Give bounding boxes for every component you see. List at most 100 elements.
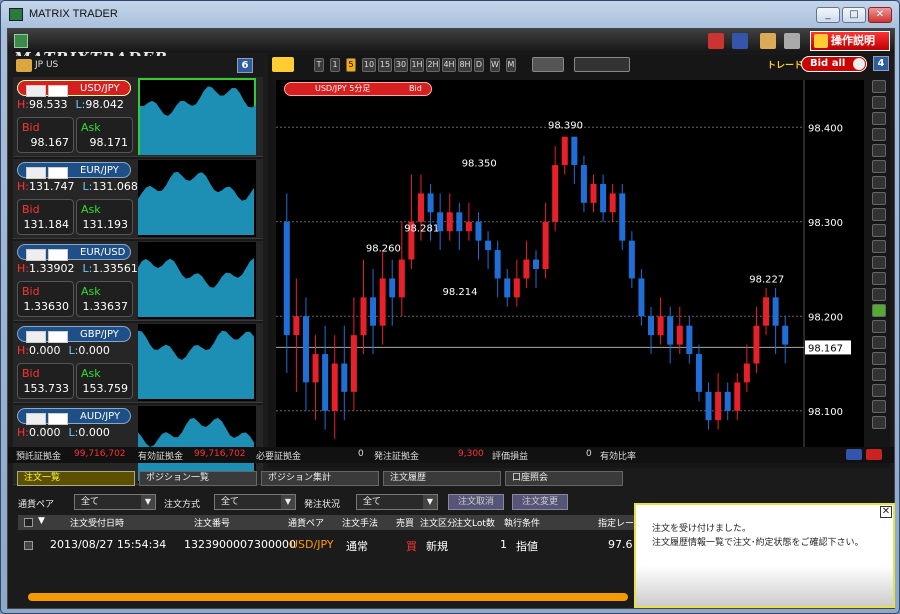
sparkline-chart[interactable] xyxy=(138,78,256,155)
drawing-tool-button[interactable] xyxy=(872,80,886,93)
bid-quote[interactable]: Bid 131.184 xyxy=(17,199,74,235)
status-filter-select[interactable]: 全て ▼ xyxy=(356,494,438,510)
table-row[interactable]: 2013/08/27 15:54:34 1323900007300000 USD/J… xyxy=(18,537,658,553)
pair-pill[interactable]: GBP/JPY xyxy=(17,326,131,343)
tool-icon[interactable] xyxy=(708,33,724,49)
column-header[interactable]: 執行条件 xyxy=(504,516,540,529)
rate-card[interactable]: EUR/USD H:1.33902 L:1.33561 Bid 1.33630 Ask 1.… xyxy=(13,241,263,321)
expand-icon[interactable] xyxy=(866,449,882,460)
tab-0[interactable]: 注文一覧 xyxy=(17,471,135,486)
column-header[interactable]: 注文区分 xyxy=(420,516,456,529)
candle-body xyxy=(772,297,779,326)
drawing-tool-button[interactable] xyxy=(872,320,886,333)
drawing-tool-button[interactable] xyxy=(872,96,886,109)
timeframe-button[interactable]: 8H xyxy=(458,58,472,72)
palette-icon[interactable] xyxy=(760,33,776,49)
pair-pill[interactable]: EUR/JPY xyxy=(17,162,131,179)
column-header[interactable]: 売買 xyxy=(396,516,414,529)
collapse-icon[interactable] xyxy=(846,449,862,460)
bid-all-toggle[interactable]: Bid all xyxy=(801,56,867,72)
timeframe-button[interactable]: 1 xyxy=(330,58,340,72)
drawing-tool-button[interactable] xyxy=(872,112,886,125)
timeframe-button[interactable]: 5 xyxy=(346,58,356,72)
timeframe-button[interactable]: D xyxy=(474,58,484,72)
candle-type-select[interactable] xyxy=(574,57,630,72)
candlestick-chart[interactable]: USD/JPY 5分足 Bid 98.400 98.300 98.200 98.100 9… xyxy=(276,80,864,458)
column-header[interactable]: 注文Lot数 xyxy=(454,516,495,529)
timeframe-button[interactable]: T xyxy=(314,58,324,72)
drawing-tool-button[interactable] xyxy=(872,192,886,205)
print-icon[interactable] xyxy=(784,33,800,49)
drawing-tool-button[interactable] xyxy=(872,304,886,317)
column-header[interactable]: 通貨ペア xyxy=(288,516,324,529)
drawing-tool-button[interactable] xyxy=(872,368,886,381)
ask-quote[interactable]: Ask 98.171 xyxy=(76,117,133,153)
ask-quote[interactable]: Ask 131.193 xyxy=(76,199,133,235)
timeframe-button[interactable]: 30 xyxy=(394,58,408,72)
tab-2[interactable]: ポジション集計 xyxy=(261,471,379,486)
ask-quote[interactable]: Ask 153.759 xyxy=(76,363,133,399)
rate-card[interactable]: USD/JPY H:98.533 L:98.042 Bid 98.167 Ask 98.17… xyxy=(13,77,263,157)
drawing-tool-button[interactable] xyxy=(872,336,886,349)
drawing-tool-button[interactable] xyxy=(872,272,886,285)
search-icon[interactable] xyxy=(272,57,294,72)
chart-count-badge[interactable]: 4 xyxy=(873,56,889,71)
drawing-tool-button[interactable] xyxy=(872,416,886,429)
row-checkbox[interactable] xyxy=(24,541,33,550)
pair-pill[interactable]: AUD/JPY xyxy=(17,408,131,425)
drawing-tool-button[interactable] xyxy=(872,400,886,413)
tab-4[interactable]: 口座照会 xyxy=(505,471,623,486)
save-icon[interactable] xyxy=(732,33,748,49)
pair-pill[interactable]: USD/JPY xyxy=(17,80,131,97)
timeframe-button[interactable]: 2H xyxy=(426,58,440,72)
timeframe-button[interactable]: 10 xyxy=(362,58,376,72)
bid-quote[interactable]: Bid 153.733 xyxy=(17,363,74,399)
change-order-button[interactable]: 注文変更 xyxy=(512,494,568,510)
cancel-order-button[interactable]: 注文取消 xyxy=(448,494,504,510)
ask-quote[interactable]: Ask 1.33637 xyxy=(76,281,133,317)
minimize-button[interactable]: _ xyxy=(816,7,840,23)
help-button[interactable]: 操作説明 xyxy=(810,31,890,51)
column-header[interactable]: 注文受付日時 xyxy=(70,516,124,529)
tab-1[interactable]: ポジション一覧 xyxy=(139,471,257,486)
folder-icon[interactable] xyxy=(16,59,32,72)
sparkline-chart[interactable] xyxy=(138,242,256,319)
rate-count-badge[interactable]: 6 xyxy=(237,58,253,73)
method-filter-select[interactable]: 全て ▼ xyxy=(214,494,296,510)
drawing-tool-button[interactable] xyxy=(872,352,886,365)
line-chart-icon[interactable] xyxy=(532,57,564,72)
rate-card[interactable]: EUR/JPY H:131.747 L:131.068 Bid 131.184 Ask 13… xyxy=(13,159,263,239)
tab-3[interactable]: 注文履歴 xyxy=(383,471,501,486)
select-all-checkbox[interactable] xyxy=(24,518,33,527)
drawing-tool-button[interactable] xyxy=(872,288,886,301)
horizontal-scrollbar[interactable] xyxy=(28,593,628,601)
column-header[interactable]: 指定レー xyxy=(598,516,634,529)
drawing-tool-button[interactable] xyxy=(872,160,886,173)
drawing-tool-button[interactable] xyxy=(872,240,886,253)
sparkline-chart[interactable] xyxy=(138,160,256,237)
timeframe-button[interactable]: W xyxy=(490,58,500,72)
drawing-tool-button[interactable] xyxy=(872,384,886,397)
drawing-tool-button[interactable] xyxy=(872,144,886,157)
maximize-button[interactable]: □ xyxy=(842,7,866,23)
drawing-tool-button[interactable] xyxy=(872,176,886,189)
rate-card[interactable]: GBP/JPY H:0.000 L:0.000 Bid 153.733 Ask 153.75… xyxy=(13,323,263,403)
popup-close-button[interactable]: ✕ xyxy=(880,506,892,518)
drawing-tool-button[interactable] xyxy=(872,208,886,221)
candle-body xyxy=(341,363,348,392)
drawing-tool-button[interactable] xyxy=(872,256,886,269)
pair-pill[interactable]: EUR/USD xyxy=(17,244,131,261)
timeframe-button[interactable]: M xyxy=(506,58,516,72)
column-header[interactable]: 注文手法 xyxy=(342,516,378,529)
timeframe-button[interactable]: 4H xyxy=(442,58,456,72)
bid-quote[interactable]: Bid 1.33630 xyxy=(17,281,74,317)
drawing-tool-button[interactable] xyxy=(872,128,886,141)
close-button[interactable]: ✕ xyxy=(868,7,892,23)
bid-quote[interactable]: Bid 98.167 xyxy=(17,117,74,153)
sparkline-chart[interactable] xyxy=(138,324,256,401)
drawing-tool-button[interactable] xyxy=(872,224,886,237)
pair-filter-select[interactable]: 全て ▼ xyxy=(74,494,156,510)
timeframe-button[interactable]: 1H xyxy=(410,58,424,72)
timeframe-button[interactable]: 15 xyxy=(378,58,392,72)
column-header[interactable]: 注文番号 xyxy=(194,516,230,529)
